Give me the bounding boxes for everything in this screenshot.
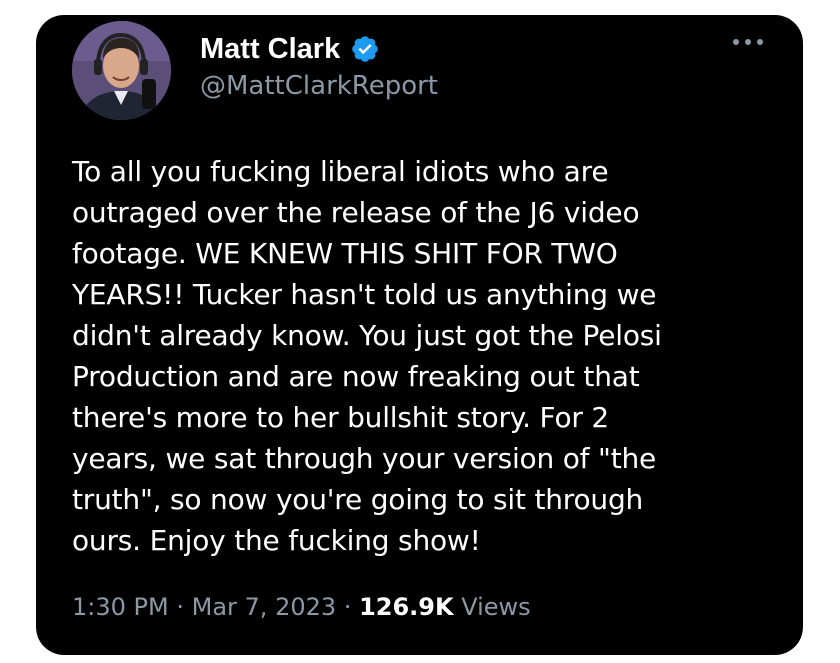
- avatar[interactable]: [72, 21, 171, 120]
- author-name-row[interactable]: Matt Clark: [200, 29, 380, 69]
- tweet-card: Matt Clark @MattClarkReport To all you f…: [36, 15, 803, 655]
- views-count[interactable]: 126.9K: [359, 593, 454, 621]
- verified-badge-icon: [352, 36, 379, 62]
- profile-photo-icon: [72, 21, 171, 120]
- more-horizontal-icon[interactable]: [730, 33, 766, 51]
- views-label: Views: [461, 593, 531, 621]
- meta-separator: ·: [343, 593, 352, 621]
- tweet-date[interactable]: Mar 7, 2023: [192, 593, 337, 621]
- tweet-text: To all you fucking liberal idiots who ar…: [72, 155, 662, 557]
- author-display-name[interactable]: Matt Clark: [200, 33, 340, 66]
- tweet-time[interactable]: 1:30 PM: [72, 593, 169, 621]
- tweet-metadata: 1:30 PM · Mar 7, 2023 · 126.9K Views: [72, 593, 531, 621]
- meta-separator: ·: [176, 593, 184, 621]
- author-handle[interactable]: @MattClarkReport: [200, 71, 438, 101]
